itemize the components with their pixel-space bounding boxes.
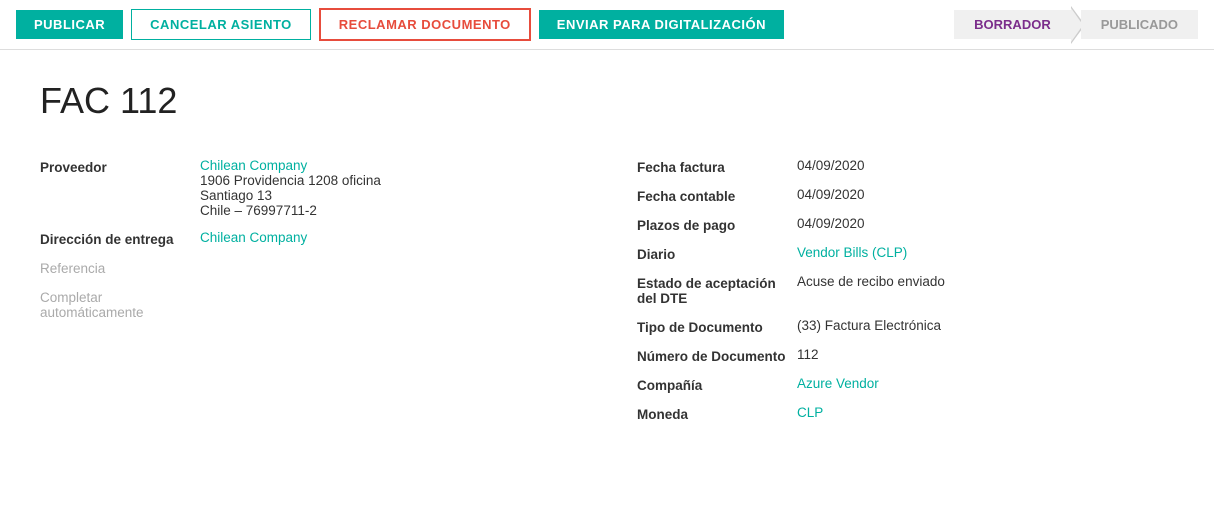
publish-button[interactable]: PUBLICAR: [16, 10, 123, 39]
moneda-link[interactable]: CLP: [797, 405, 823, 420]
diario-label: Diario: [637, 245, 797, 262]
estado-dte-row: Estado de aceptacióndel DTE Acuse de rec…: [637, 268, 1174, 312]
status-publicado: PUBLICADO: [1081, 10, 1198, 39]
direccion-entrega-label: Dirección de entrega: [40, 230, 200, 247]
document-title: FAC 112: [40, 80, 1174, 122]
numero-documento-label: Número de Documento: [637, 347, 797, 364]
estado-dte-label: Estado de aceptacióndel DTE: [637, 274, 797, 306]
fecha-factura-label: Fecha factura: [637, 158, 797, 175]
numero-documento-row: Número de Documento 112: [637, 341, 1174, 370]
proveedor-company-link[interactable]: Chilean Company: [200, 158, 381, 173]
cancel-asiento-button[interactable]: CANCELAR ASIENTO: [131, 9, 311, 40]
left-section: Proveedor Chilean Company 1906 Providenc…: [40, 152, 577, 428]
fecha-contable-row: Fecha contable 04/09/2020: [637, 181, 1174, 210]
moneda-row: Moneda CLP: [637, 399, 1174, 428]
proveedor-field-row: Proveedor Chilean Company 1906 Providenc…: [40, 152, 577, 224]
compania-row: Compañía Azure Vendor: [637, 370, 1174, 399]
direccion-entrega-field-row: Dirección de entrega Chilean Company: [40, 224, 577, 253]
fecha-factura-row: Fecha factura 04/09/2020: [637, 152, 1174, 181]
referencia-label: Referencia: [40, 259, 200, 276]
right-section: Fecha factura 04/09/2020 Fecha contable …: [637, 152, 1174, 428]
proveedor-addr3: Chile – 76997711-2: [200, 203, 381, 218]
fecha-contable-value: 04/09/2020: [797, 187, 865, 202]
reclamar-documento-button[interactable]: RECLAMAR DOCUMENTO: [319, 8, 531, 41]
moneda-label: Moneda: [637, 405, 797, 422]
proveedor-label: Proveedor: [40, 158, 200, 175]
compania-label: Compañía: [637, 376, 797, 393]
proveedor-addr2: Santiago 13: [200, 188, 381, 203]
fecha-factura-value: 04/09/2020: [797, 158, 865, 173]
estado-dte-value: Acuse de recibo enviado: [797, 274, 945, 289]
proveedor-addr1: 1906 Providencia 1208 oficina: [200, 173, 381, 188]
diario-row: Diario Vendor Bills (CLP): [637, 239, 1174, 268]
direccion-entrega-link[interactable]: Chilean Company: [200, 230, 307, 245]
fecha-contable-label: Fecha contable: [637, 187, 797, 204]
enviar-digitalizacion-button[interactable]: ENVIAR PARA DIGITALIZACIÓN: [539, 10, 784, 39]
proveedor-address: Chilean Company 1906 Providencia 1208 of…: [200, 158, 381, 218]
plazos-pago-row: Plazos de pago 04/09/2020: [637, 210, 1174, 239]
tipo-documento-value: (33) Factura Electrónica: [797, 318, 941, 333]
numero-documento-value: 112: [797, 347, 819, 362]
status-bar: BORRADOR PUBLICADO: [954, 10, 1198, 39]
completar-field-row: Completarautomáticamente: [40, 282, 577, 326]
tipo-documento-label: Tipo de Documento: [637, 318, 797, 335]
diario-link[interactable]: Vendor Bills (CLP): [797, 245, 907, 260]
completar-label: Completarautomáticamente: [40, 288, 144, 320]
main-content: FAC 112 Proveedor Chilean Company 1906 P…: [0, 50, 1214, 458]
plazos-pago-label: Plazos de pago: [637, 216, 797, 233]
status-borrador: BORRADOR: [954, 10, 1071, 39]
compania-link[interactable]: Azure Vendor: [797, 376, 879, 391]
toolbar: PUBLICAR CANCELAR ASIENTO RECLAMAR DOCUM…: [0, 0, 1214, 50]
referencia-field-row: Referencia: [40, 253, 577, 282]
form-grid: Proveedor Chilean Company 1906 Providenc…: [40, 152, 1174, 428]
tipo-documento-row: Tipo de Documento (33) Factura Electróni…: [637, 312, 1174, 341]
plazos-pago-value: 04/09/2020: [797, 216, 865, 231]
